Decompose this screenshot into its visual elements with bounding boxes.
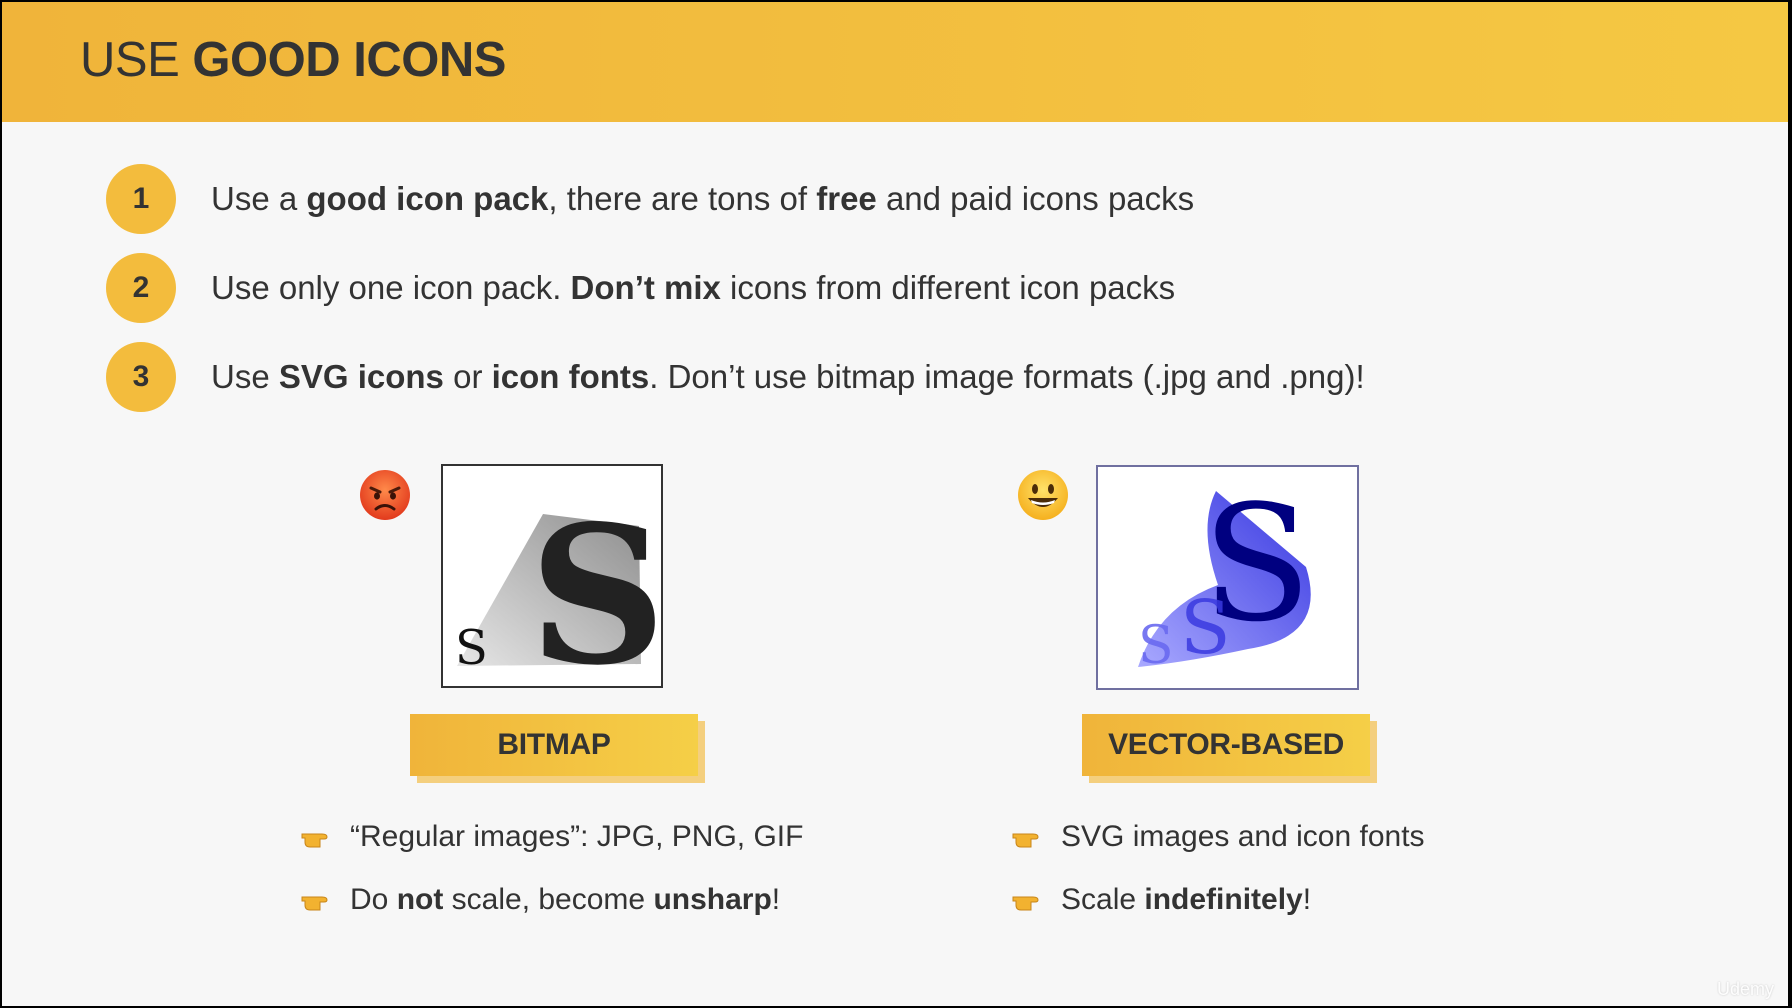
- vector-medium-s: S: [1180, 585, 1231, 671]
- angry-face-emoji-icon: [360, 470, 410, 520]
- vector-label: VECTOR-BASED: [1082, 714, 1370, 776]
- point-number-badge: 3: [106, 342, 176, 412]
- bullet-text: “Regular images”: JPG, PNG, GIF: [350, 820, 804, 853]
- title-bold: GOOD ICONS: [192, 33, 506, 87]
- bullet-text: Scale indefinitely!: [1061, 883, 1312, 916]
- vector-s-illustration: S S S: [1138, 470, 1312, 676]
- vector-bullet-2: Scale indefinitely!: [1011, 883, 1311, 917]
- pointing-hand-icon: [1012, 896, 1039, 911]
- point-number-badge: 1: [106, 164, 176, 234]
- vector-example-image: S S S: [1096, 465, 1359, 690]
- point-3: 3 Use SVG icons or icon fonts. Don’t use…: [106, 341, 1365, 413]
- smiling-face-emoji-icon: [1018, 470, 1068, 520]
- point-1: 1 Use a good icon pack, there are tons o…: [106, 163, 1194, 235]
- bullet-text: Do not scale, become unsharp!: [350, 883, 781, 916]
- udemy-watermark: Udemy: [1716, 979, 1774, 999]
- point-number-badge: 2: [106, 253, 176, 323]
- pointing-hand-icon: [301, 833, 328, 848]
- bitmap-s-illustration: S S: [455, 484, 666, 707]
- vector-bullet-1: SVG images and icon fonts: [1011, 820, 1425, 854]
- point-text: Use SVG icons or icon fonts. Don’t use b…: [211, 358, 1365, 395]
- bitmap-example-image: S S: [441, 464, 666, 707]
- slide-frame: USE GOOD ICONS 1 Use a good icon pack, t…: [0, 0, 1792, 1008]
- point-text: Use a good icon pack, there are tons of …: [211, 180, 1195, 217]
- slide: USE GOOD ICONS 1 Use a good icon pack, t…: [2, 2, 1788, 1006]
- bitmap-small-s: S: [455, 620, 488, 676]
- vector-small-s: S: [1138, 616, 1174, 676]
- point-2: 2 Use only one icon pack. Don’t mix icon…: [106, 252, 1175, 324]
- title-light: USE: [80, 33, 193, 87]
- pointing-hand-icon: [301, 896, 328, 911]
- point-text: Use only one icon pack. Don’t mix icons …: [211, 269, 1176, 306]
- header-bar: USE GOOD ICONS: [2, 2, 1788, 122]
- bitmap-large-s: S: [529, 484, 661, 686]
- slide-title: USE GOOD ICONS: [80, 32, 506, 88]
- bitmap-label: BITMAP: [410, 714, 698, 776]
- bitmap-bullet-2: Do not scale, become unsharp!: [300, 883, 780, 917]
- pointing-hand-icon: [1012, 833, 1039, 848]
- bullet-text: SVG images and icon fonts: [1061, 820, 1425, 853]
- bitmap-bullet-1: “Regular images”: JPG, PNG, GIF: [300, 820, 803, 854]
